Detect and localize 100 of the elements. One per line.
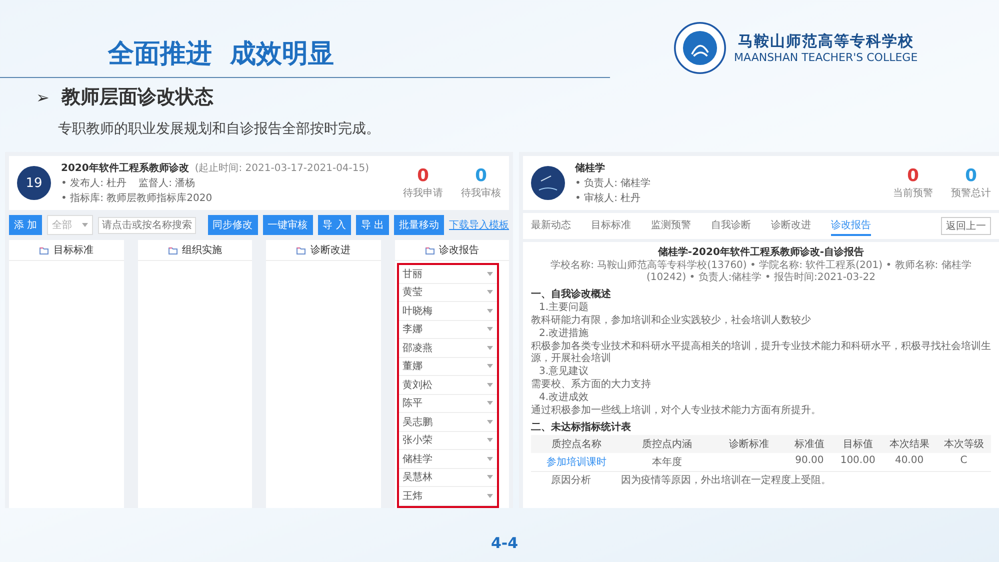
college-name: 马鞍山师范高等专科学校 — [738, 32, 914, 51]
task-meta: 监督人: 潘杨 — [138, 176, 196, 190]
teacher-name[interactable]: 邵凌燕 — [402, 340, 432, 355]
teacher-name: 储桂学 — [575, 162, 605, 175]
table-header: 诊断标准 — [712, 435, 786, 453]
teacher-name[interactable]: 吴志鹏 — [402, 414, 432, 429]
report-item-label: 4.改进成效 — [538, 392, 590, 404]
task-period: (起止时间: 2021-03-17-2021-04-15) — [194, 162, 370, 175]
teacher-name[interactable]: 储桂学 — [402, 452, 432, 466]
table-cell: C — [936, 453, 991, 472]
stat-label: 当前预警 — [893, 186, 933, 200]
table-header: 标准值 — [785, 435, 834, 453]
report-item-text: 通过积极参加一些线上培训，对个人专业技术能力方面有所提升。 — [531, 405, 822, 417]
stat-label: 预警总计 — [951, 186, 991, 200]
tab[interactable]: 目标标准 — [591, 216, 631, 236]
report-item-text: 教科研能力有限，参加培训和企业实践较少，社会培训人数较少 — [531, 315, 812, 327]
report-item-label: 2.改进措施 — [538, 328, 590, 340]
chevron-down-icon[interactable] — [487, 327, 493, 332]
table-cell: 100.00 — [834, 453, 882, 472]
chevron-down-icon[interactable] — [487, 438, 493, 442]
teacher-name[interactable]: 吴慧林 — [402, 470, 432, 484]
description-text: 专职教师的职业发展规划和自诊报告全部按时完成。 — [57, 120, 381, 138]
folder-icon — [39, 246, 50, 254]
chevron-down-icon[interactable] — [487, 272, 493, 276]
stat-label: 待我审核 — [461, 186, 501, 200]
college-emblem-icon — [674, 22, 726, 74]
teacher-name[interactable]: 甘丽 — [402, 266, 422, 281]
report-title: 储桂学-2020年软件工程系教师诊改-自诊报告 — [656, 246, 866, 259]
college-name-english: MAANSHAN TEACHER'S COLLEGE — [734, 51, 918, 64]
download-template-link[interactable]: 下载导入模板 — [449, 218, 509, 232]
stat-count: 0 — [475, 166, 487, 186]
toolbar-button[interactable]: 一键审核 — [262, 215, 313, 235]
report-item-label: 1.主要问题 — [538, 302, 590, 314]
tab[interactable]: 自我诊断 — [711, 216, 751, 236]
folder-icon — [424, 246, 435, 254]
chevron-down-icon[interactable] — [487, 308, 493, 313]
teacher-name[interactable]: 陈平 — [402, 396, 422, 410]
stat-count: 0 — [417, 166, 429, 186]
teacher-name[interactable]: 李娜 — [402, 322, 422, 336]
tab[interactable]: 最新动态 — [531, 216, 571, 236]
chevron-down-icon[interactable] — [487, 401, 493, 406]
toolbar-button[interactable]: 导 入 — [318, 215, 351, 235]
column-title: 目标标准 — [53, 244, 94, 257]
page-number: 4-4 — [490, 534, 520, 554]
report-item-text: 需要校、系方面的大力支持 — [531, 379, 652, 391]
teacher-name[interactable]: 叶晓梅 — [402, 304, 432, 318]
filter-select[interactable]: 全部 — [47, 215, 94, 235]
slide-title: 全面推进 成效明显 — [108, 38, 336, 71]
column-title: 组织实施 — [182, 244, 222, 257]
teacher-name[interactable]: 王炜 — [402, 488, 422, 503]
chevron-down-icon[interactable] — [487, 346, 493, 350]
table-header: 本次结果 — [882, 435, 937, 453]
report-item-label: 3.意见建议 — [538, 366, 590, 378]
task-meta: • 发布人: 杜丹 — [61, 176, 127, 190]
tab[interactable]: 诊断改进 — [771, 216, 811, 236]
chevron-down-icon[interactable] — [487, 364, 493, 368]
report-meta: 学校名称: 马鞍山师范高等专科学校(13760) • 学院名称: 软件工程系(201) • 教师名称: 储桂学(10242) • 负责人:储桂学 • 报告时间:2021-03-22 — [550, 260, 972, 284]
chevron-down-icon[interactable] — [487, 290, 493, 294]
folder-icon — [168, 246, 178, 254]
stat-count: 0 — [965, 166, 977, 186]
stat-label: 待我申请 — [403, 186, 443, 200]
column-title: 诊改报告 — [438, 244, 479, 257]
bullet-arrow: ➢ — [36, 88, 50, 106]
table-link[interactable]: 参加培训课时 — [531, 453, 622, 472]
chevron-down-icon[interactable] — [82, 223, 88, 227]
stat-count: 0 — [907, 166, 919, 186]
column-title: 诊断改进 — [310, 244, 350, 257]
report-section-heading: 二、未达标指标统计表 — [531, 420, 632, 434]
toolbar-button[interactable]: 批量移动 — [394, 215, 444, 235]
search-field[interactable]: 请点击或按名称搜索 — [98, 216, 196, 234]
teacher-name[interactable]: 张小荣 — [402, 433, 432, 448]
table-cell: 40.00 — [882, 453, 937, 472]
task-avatar: 19 — [17, 166, 51, 200]
teacher-name[interactable]: 黄莹 — [402, 285, 422, 300]
avatar-image — [531, 166, 565, 200]
table-header: 质控点名称 — [531, 435, 622, 453]
tab[interactable]: 诊改报告 — [831, 216, 871, 236]
teacher-name[interactable]: 董娜 — [402, 359, 422, 374]
analysis-text: 因为疫情等原因，外出培训在一定程度上受阻。 — [621, 475, 831, 487]
toolbar-button[interactable]: 导 出 — [356, 215, 389, 235]
table-header: 目标值 — [834, 435, 882, 453]
folder-icon — [296, 246, 306, 254]
teacher-meta: • 审核人: 杜丹 — [575, 192, 641, 205]
toolbar-button[interactable]: 同步修改 — [208, 215, 258, 235]
chevron-down-icon[interactable] — [487, 475, 493, 480]
analysis-label: 原因分析 — [551, 475, 591, 487]
tab[interactable]: 监测预警 — [651, 216, 691, 236]
back-button[interactable]: 返回上一 — [941, 217, 991, 235]
chevron-down-icon[interactable] — [487, 494, 493, 498]
table-header: 本次等级 — [936, 435, 991, 453]
add-button[interactable]: 添 加 — [9, 215, 42, 235]
task-meta: • 指标库: 教师层教师指标库2020 — [61, 192, 212, 205]
report-item-text: 积极参加各类专业技术和科研水平提高相关的培训，提升专业技术能力和科研水平，积极寻找社会培训生源，开展社会培训 — [531, 341, 991, 365]
table-cell: 90.00 — [785, 453, 834, 472]
table-cell: 本年度 — [622, 453, 713, 472]
chevron-down-icon[interactable] — [487, 456, 493, 461]
chevron-down-icon[interactable] — [487, 420, 493, 424]
task-title: 2020年软件工程系教师诊改 — [61, 162, 189, 175]
teacher-name[interactable]: 黄刘松 — [402, 378, 432, 392]
chevron-down-icon[interactable] — [487, 382, 493, 387]
